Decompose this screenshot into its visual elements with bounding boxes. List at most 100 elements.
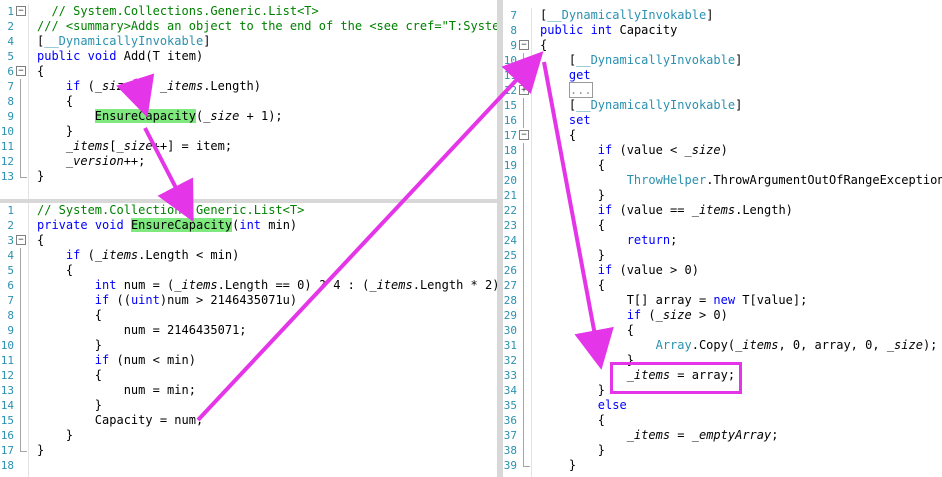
code-line[interactable]: 6 int num = (_items.Length == 0) ? 4 : (…	[0, 278, 497, 293]
code-line[interactable]: 7 if (_size == _items.Length)	[0, 79, 497, 94]
code-line[interactable]: 5 {	[0, 263, 497, 278]
code-line[interactable]: 8 {	[0, 94, 497, 109]
code-line[interactable]: 10 }	[0, 124, 497, 139]
code-line[interactable]: 2 private void EnsureCapacity(int min)	[0, 218, 497, 233]
code-line[interactable]: 8 public int Capacity	[503, 23, 942, 38]
line-number: 13	[0, 170, 14, 183]
code-line[interactable]: 28 T[] array = new T[value];	[503, 293, 942, 308]
code-line[interactable]: 13 num = min;	[0, 383, 497, 398]
expand-icon[interactable]: +	[519, 85, 529, 95]
code-line[interactable]: 36 {	[503, 413, 942, 428]
code-line[interactable]: 13}	[0, 169, 497, 184]
code-text: }	[37, 428, 74, 442]
code-line[interactable]: 24 return;	[503, 233, 942, 248]
code-line[interactable]: 20 ThrowHelper.ThrowArgumentOutOfRangeEx…	[503, 173, 942, 188]
fold-guide	[20, 248, 21, 263]
code-text: get	[540, 68, 591, 82]
code-line[interactable]: 12 + ...	[503, 82, 942, 98]
code-line[interactable]: 10 }	[0, 338, 497, 353]
fold-guide	[523, 293, 524, 308]
fold-guide	[523, 323, 524, 338]
code-line[interactable]: 4 [__DynamicallyInvokable]	[0, 34, 497, 49]
code-line[interactable]: 31 Array.Copy(_items, 0, array, 0, _size…	[503, 338, 942, 353]
code-line[interactable]: 9 EnsureCapacity(_size + 1);	[0, 109, 497, 124]
code-line[interactable]: 29 if (_size > 0)	[503, 308, 942, 323]
code-text: T[] array = new T[value];	[540, 293, 808, 307]
code-text: {	[540, 278, 606, 292]
code-line[interactable]: 16 }	[0, 428, 497, 443]
code-text: Array.Copy(_items, 0, array, 0, _size);	[655, 338, 938, 352]
code-line[interactable]: 9− {	[503, 38, 942, 53]
code-line[interactable]: 12 {	[0, 368, 497, 383]
code-line[interactable]: 21 }	[503, 188, 942, 203]
code-line[interactable]: 16 set	[503, 113, 942, 128]
line-number: 28	[503, 294, 517, 307]
code-line[interactable]: 38 }	[503, 443, 942, 458]
code-line[interactable]: 17}	[0, 443, 497, 458]
editor-pane-add-method[interactable]: 1− // System.Collections.Generic.List<T>…	[0, 4, 497, 199]
code-text: public int Capacity	[540, 23, 678, 37]
code-line[interactable]: 23 {	[503, 218, 942, 233]
collapse-icon[interactable]: −	[519, 130, 529, 140]
code-line[interactable]: 26 if (value > 0)	[503, 263, 942, 278]
fold-guide	[20, 278, 21, 293]
line-number: 11	[0, 354, 14, 367]
code-text: _version++;	[65, 154, 146, 168]
code-line[interactable]: 11 _items[_size++] = item;	[0, 139, 497, 154]
line-number: 5	[7, 264, 14, 277]
code-line[interactable]: 10 [__DynamicallyInvokable]	[503, 53, 942, 68]
line-number: 4	[7, 249, 14, 262]
code-text: EnsureCapacity(_size + 1);	[94, 109, 283, 123]
line-number: 33	[503, 369, 517, 382]
code-line[interactable]: 19 {	[503, 158, 942, 173]
code-text: }	[540, 248, 606, 262]
code-text: }	[540, 443, 606, 457]
line-number: 22	[503, 204, 517, 217]
code-line[interactable]: 11 if (num < min)	[0, 353, 497, 368]
code-line[interactable]: 11 get	[503, 68, 942, 83]
line-number: 12	[0, 369, 14, 382]
code-line[interactable]: 9 num = 2146435071;	[0, 323, 497, 338]
code-line[interactable]: 7 [__DynamicallyInvokable]	[503, 8, 942, 23]
code-line[interactable]: 14 }	[0, 398, 497, 413]
line-number: 16	[0, 429, 14, 442]
line-number: 3	[7, 234, 14, 247]
code-line[interactable]: 15 Capacity = num;	[0, 413, 497, 428]
code-line[interactable]: 30 {	[503, 323, 942, 338]
collapse-icon[interactable]: −	[16, 66, 26, 76]
code-text: {	[540, 413, 606, 427]
code-line[interactable]: 25 }	[503, 248, 942, 263]
code-line[interactable]: 1− // System.Collections.Generic.List<T>	[0, 4, 497, 19]
editor-pane-capacity-property[interactable]: 7 [__DynamicallyInvokable] 8 public int Cap…	[503, 8, 942, 477]
code-text: {	[540, 38, 548, 52]
code-text: }	[37, 169, 45, 183]
fold-guide	[523, 233, 524, 248]
collapse-icon[interactable]: −	[16, 6, 26, 16]
editor-pane-ensure-capacity[interactable]: 1 // System.Collections.Generic.List<T> 2 p…	[0, 203, 497, 477]
code-line[interactable]: 18 if (value < _size)	[503, 143, 942, 158]
code-line[interactable]: 6− {	[0, 64, 497, 79]
code-line[interactable]: 17− {	[503, 128, 942, 143]
code-line[interactable]: 18	[0, 458, 497, 473]
code-line[interactable]: 7 if ((uint)num > 2146435071u)	[0, 293, 497, 308]
code-line[interactable]: 8 {	[0, 308, 497, 323]
code-line[interactable]: 22 if (value == _items.Length)	[503, 203, 942, 218]
code-line[interactable]: 1 // System.Collections.Generic.List<T>	[0, 203, 497, 218]
code-text: if ((uint)num > 2146435071u)	[94, 293, 298, 307]
fold-guide	[523, 203, 524, 218]
code-line[interactable]: 5 public void Add(T item)	[0, 49, 497, 64]
code-line[interactable]: 4 if (_items.Length < min)	[0, 248, 497, 263]
code-line[interactable]: 35 else	[503, 398, 942, 413]
code-text: Capacity = num;	[37, 413, 204, 427]
line-number: 10	[0, 125, 14, 138]
code-line[interactable]: 12 _version++;	[0, 154, 497, 169]
code-line[interactable]: 2 /// <summary>Adds an object to the end …	[0, 19, 497, 34]
fold-guide	[523, 308, 524, 323]
code-line[interactable]: 3− {	[0, 233, 497, 248]
code-line[interactable]: 27 {	[503, 278, 942, 293]
code-line[interactable]: 15 [__DynamicallyInvokable]	[503, 98, 942, 113]
collapse-icon[interactable]: −	[16, 235, 26, 245]
code-line[interactable]: 37 _items = _emptyArray;	[503, 428, 942, 443]
code-line[interactable]: 39 }	[503, 458, 942, 473]
collapse-icon[interactable]: −	[519, 40, 529, 50]
